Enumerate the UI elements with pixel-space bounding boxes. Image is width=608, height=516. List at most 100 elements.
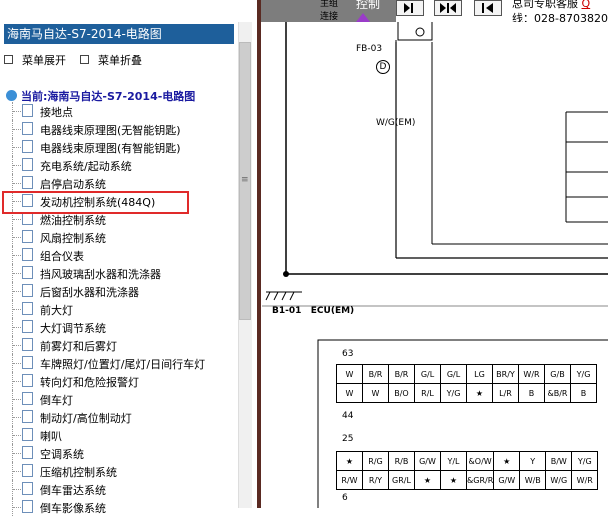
pin-row-2: W W B/O R/L Y/G ★ L/R B &B/R B bbox=[336, 383, 597, 403]
arrow-bar-right-icon bbox=[404, 3, 413, 13]
pin-cell: G/L bbox=[414, 364, 441, 384]
tree-item[interactable]: 倒车影像系统 bbox=[0, 498, 240, 516]
tree-branch bbox=[13, 309, 21, 310]
expand-icon bbox=[4, 55, 13, 64]
tree-branch bbox=[13, 345, 21, 346]
page-icon bbox=[22, 266, 33, 279]
page-icon bbox=[22, 446, 33, 459]
pin-cell: W/B bbox=[519, 470, 547, 490]
tree-item[interactable]: 前雾灯和后雾灯 bbox=[0, 336, 240, 354]
page-icon bbox=[22, 464, 33, 477]
tree-branch bbox=[13, 129, 21, 130]
page-icon bbox=[22, 320, 33, 333]
pin-cell: Y/G bbox=[570, 364, 597, 384]
pin-cell: &O/W bbox=[465, 451, 495, 471]
menu-collapse-button[interactable]: 菜单折叠 bbox=[80, 52, 142, 68]
diagram-view[interactable]: FB-03 D W/G(EM) B1-01 ECU(EM) 63 44 25 6… bbox=[262, 22, 608, 508]
tree-item[interactable]: 风扇控制系统 bbox=[0, 228, 240, 246]
contact-link[interactable]: Q bbox=[582, 0, 591, 10]
page-icon bbox=[22, 104, 33, 117]
pin-cell: G/B bbox=[544, 364, 571, 384]
tree-item[interactable]: 后窗刮水器和洗涤器 bbox=[0, 282, 240, 300]
page-icon bbox=[22, 176, 33, 189]
pin-cell: G/L bbox=[440, 364, 467, 384]
tree-item-label: 充电系统/起动系统 bbox=[40, 160, 132, 173]
wire-label: W/G(EM) bbox=[376, 118, 416, 128]
tree-item[interactable]: 喇叭 bbox=[0, 426, 240, 444]
tree-item[interactable]: 转向灯和危险报警灯 bbox=[0, 372, 240, 390]
pin-cell: W bbox=[362, 383, 389, 403]
tree-item[interactable]: 倒车雷达系统 bbox=[0, 480, 240, 498]
pin-cell: B/O bbox=[388, 383, 415, 403]
pin-cell: &B/R bbox=[544, 383, 571, 403]
control-flag-icon bbox=[356, 13, 370, 22]
tree-item-label: 挡风玻璃刮水器和洗涤器 bbox=[40, 268, 161, 281]
pin-cell: R/Y bbox=[362, 470, 389, 490]
circle-marker: D bbox=[376, 60, 390, 74]
tree-item-label: 倒车雷达系统 bbox=[40, 484, 106, 497]
tree-branch bbox=[13, 363, 21, 364]
tree-item[interactable]: 制动灯/高位制动灯 bbox=[0, 408, 240, 426]
menu-expand-label: 菜单展开 bbox=[22, 54, 66, 67]
collapse-icon bbox=[80, 55, 89, 64]
pin-cell: R/B bbox=[388, 451, 415, 471]
page-icon bbox=[22, 248, 33, 261]
tree-item[interactable]: 启停启动系统 bbox=[0, 174, 240, 192]
pin-cell: ★ bbox=[493, 451, 521, 471]
tree-branch bbox=[13, 381, 21, 382]
tree-item[interactable]: 前大灯 bbox=[0, 300, 240, 318]
pin-row-3: ★ R/G R/B G/W Y/L &O/W ★ Y B/W Y/G bbox=[336, 451, 599, 471]
pin-cell: B bbox=[570, 383, 597, 403]
row-label-44: 44 bbox=[342, 411, 354, 421]
arrow-bar-left-icon bbox=[482, 3, 493, 13]
tree-item-label: 风扇控制系统 bbox=[40, 232, 106, 245]
page-icon bbox=[22, 482, 33, 495]
pin-cell: G/W bbox=[493, 470, 521, 490]
tree-branch bbox=[13, 291, 21, 292]
tree-item[interactable]: 挡风玻璃刮水器和洗涤器 bbox=[0, 264, 240, 282]
last-page-button[interactable] bbox=[474, 0, 502, 16]
tree-branch bbox=[13, 327, 21, 328]
tree-branch bbox=[13, 111, 21, 112]
tree-item[interactable]: 组合仪表 bbox=[0, 246, 240, 264]
tree-item-label: 接地点 bbox=[40, 106, 73, 119]
tree-branch bbox=[13, 165, 21, 166]
contact-info: 总司专职客服 Q 线：028-8703820 bbox=[508, 0, 608, 25]
tree-item-label: 电器线束原理图(无智能钥匙) bbox=[40, 124, 181, 137]
pin-cell: Y/G bbox=[440, 383, 467, 403]
pin-row-1: W B/R B/R G/L G/L LG BR/Y W/R G/B Y/G bbox=[336, 364, 597, 384]
selection-highlight-box bbox=[2, 191, 189, 214]
fb-label: FB-03 bbox=[356, 44, 383, 54]
pin-cell: ★ bbox=[414, 470, 441, 490]
tree-item[interactable]: 接地点 bbox=[0, 102, 240, 120]
tree-item[interactable]: 压缩机控制系统 bbox=[0, 462, 240, 480]
page-icon bbox=[22, 392, 33, 405]
tree-item[interactable]: 倒车灯 bbox=[0, 390, 240, 408]
pin-cell: W bbox=[336, 364, 363, 384]
page-icon bbox=[22, 302, 33, 315]
pin-cell: &GR/R bbox=[465, 470, 495, 490]
row-label-6: 6 bbox=[342, 493, 348, 503]
tree-item[interactable]: 电器线束原理图(有智能钥匙) bbox=[0, 138, 240, 156]
tree-item[interactable]: 电器线束原理图(无智能钥匙) bbox=[0, 120, 240, 138]
menu-expand-button[interactable]: 菜单展开 bbox=[4, 52, 66, 68]
pin-cell: R/L bbox=[414, 383, 441, 403]
tree-item[interactable]: 空调系统 bbox=[0, 444, 240, 462]
tree-item-label: 启停启动系统 bbox=[40, 178, 106, 191]
tree-item-label: 大灯调节系统 bbox=[40, 322, 106, 335]
tree-item[interactable]: 充电系统/起动系统 bbox=[0, 156, 240, 174]
splitter-bar[interactable] bbox=[257, 0, 261, 508]
tree-branch bbox=[13, 399, 21, 400]
page-icon bbox=[22, 230, 33, 243]
pin-cell: W/G bbox=[545, 470, 573, 490]
tree-branch bbox=[13, 453, 21, 454]
tree-branch bbox=[13, 435, 21, 436]
tree-item-label: 喇叭 bbox=[40, 430, 62, 443]
menu-collapse-label: 菜单折叠 bbox=[98, 54, 142, 67]
prev-next-button[interactable] bbox=[434, 0, 462, 16]
control-label: 控制 bbox=[356, 0, 381, 11]
wiring-diagram bbox=[262, 22, 608, 508]
tree-item[interactable]: 车牌照灯/位置灯/尾灯/日间行车灯 bbox=[0, 354, 240, 372]
tree-item[interactable]: 大灯调节系统 bbox=[0, 318, 240, 336]
first-page-button[interactable] bbox=[396, 0, 424, 16]
